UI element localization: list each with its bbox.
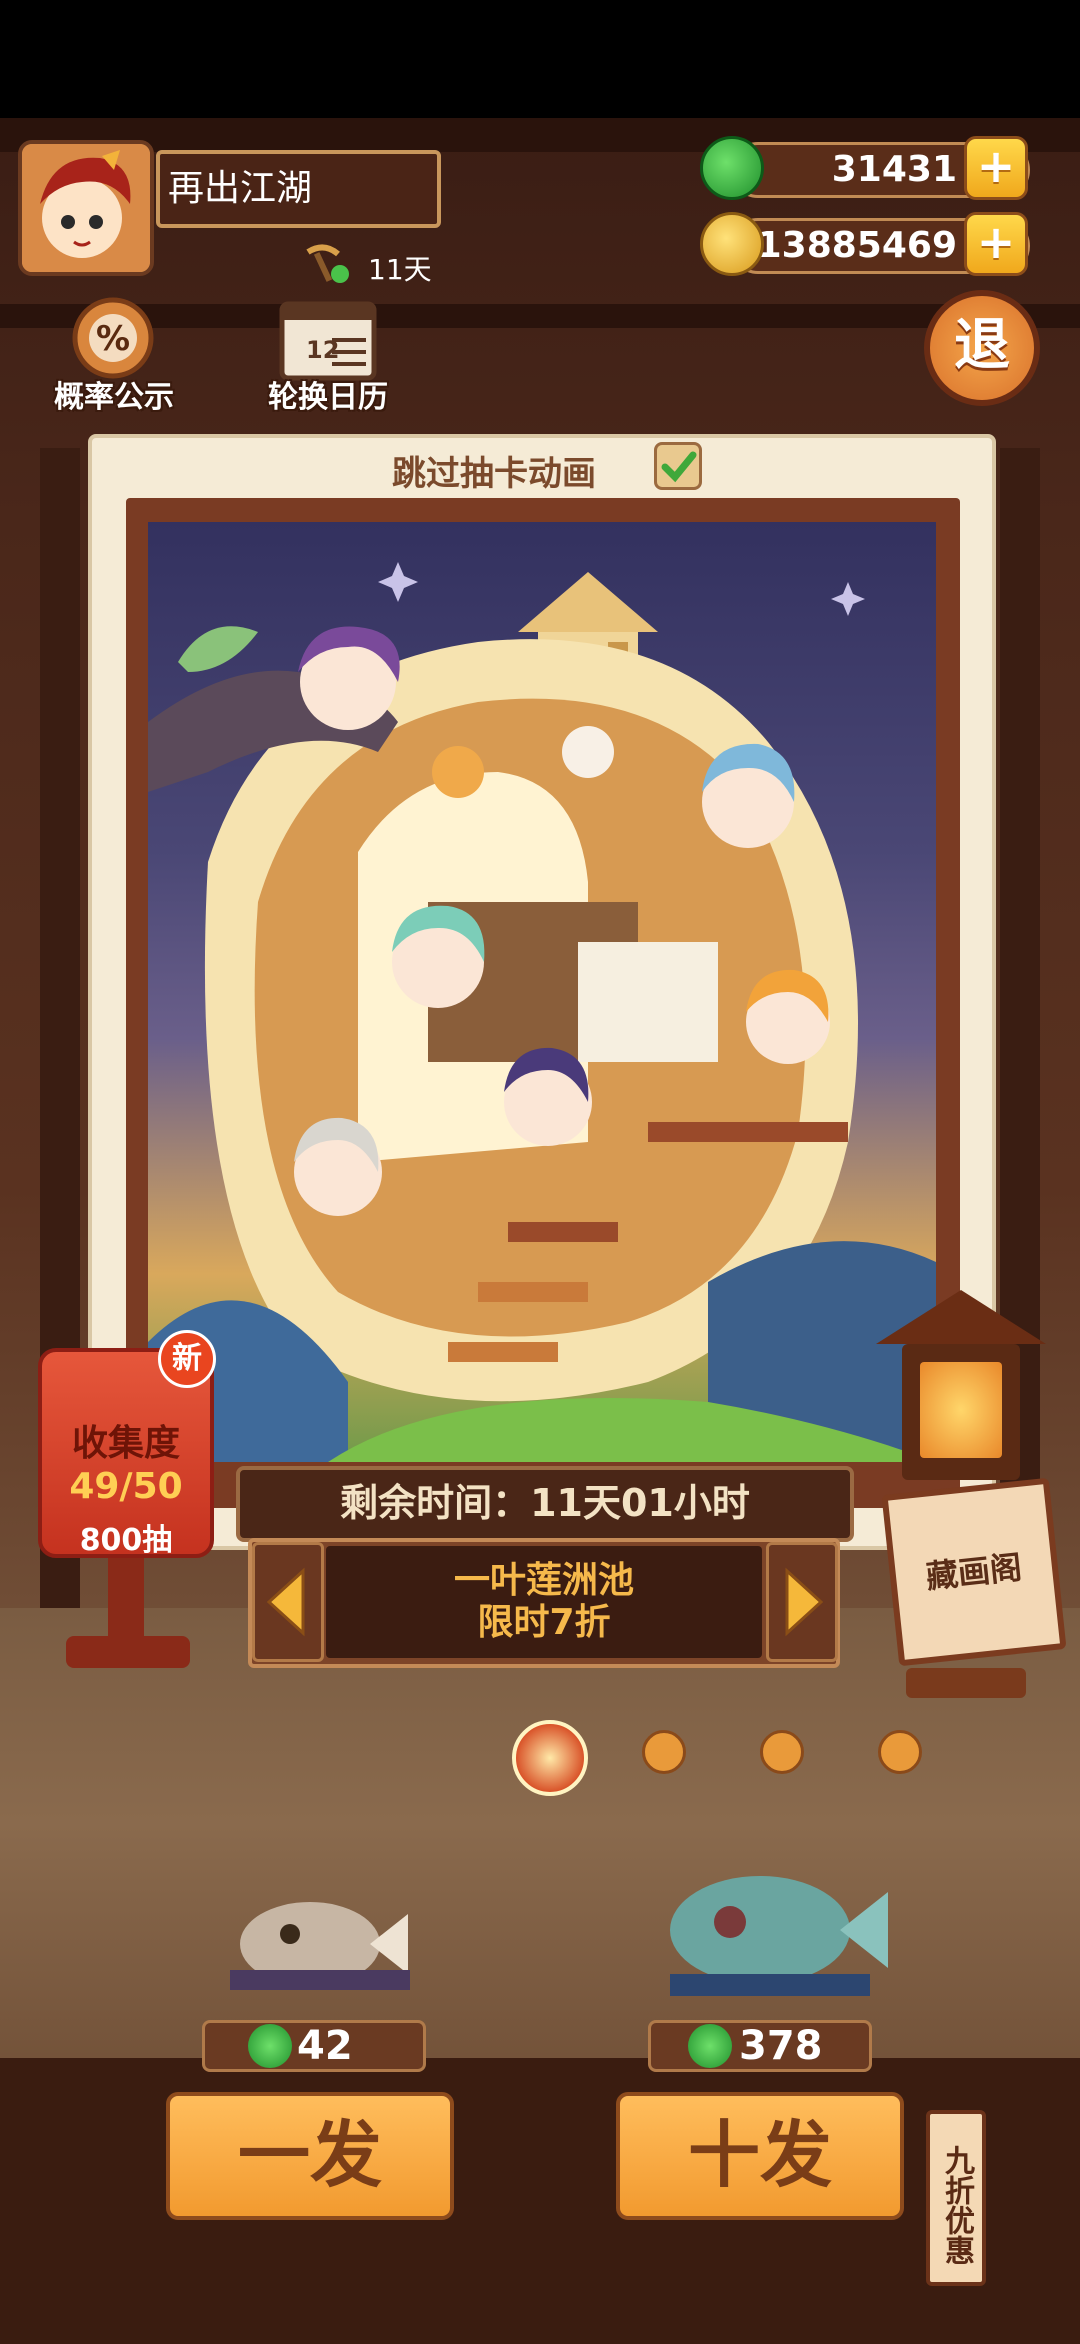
player-name: 再出江湖 (156, 150, 441, 228)
exit-button[interactable]: 退 (924, 290, 1040, 406)
checkmark-icon (661, 451, 697, 483)
skip-animation-label: 跳过抽卡动画 (392, 454, 596, 494)
single-draw-button[interactable]: 一发 (166, 2092, 454, 2220)
discount-tag: 九折优惠 (926, 2110, 986, 2286)
fish-single-icon (230, 1884, 420, 1994)
arrow-right-icon (785, 1567, 824, 1637)
remaining-time-banner: 剩余时间：11天01小时 (236, 1466, 854, 1542)
add-jade-button[interactable]: + (964, 136, 1028, 200)
skip-animation-checkbox[interactable] (654, 442, 702, 490)
calendar-button[interactable]: 12 (276, 298, 380, 382)
collection-draws: 800抽 (79, 1523, 173, 1558)
fish-ten-icon (660, 1858, 890, 1998)
svg-text:%: % (96, 319, 130, 359)
avatar-portrait-icon (22, 144, 150, 272)
jade-icon (688, 2024, 732, 2068)
page-dot[interactable] (760, 1730, 804, 1774)
single-draw-cost: 42 (202, 2020, 426, 2072)
collection-title: 收集度 (71, 1423, 180, 1464)
gallery-button[interactable]: 藏画阁 (881, 1477, 1067, 1667)
pickaxe-icon (302, 242, 352, 286)
jade-icon (700, 136, 764, 200)
pool-name: 一叶莲洲池 (453, 1560, 634, 1601)
gallery-base (906, 1668, 1026, 1698)
page-dot[interactable] (642, 1730, 686, 1774)
gear-percent-icon: % (72, 297, 154, 379)
pool-name-display: 一叶莲洲池 限时7折 (326, 1546, 762, 1658)
arrow-left-icon (266, 1567, 305, 1637)
lamp-icon (902, 1344, 1020, 1480)
next-pool-button[interactable] (766, 1542, 838, 1662)
coin-icon (700, 212, 764, 276)
calendar-label: 轮换日历 (268, 380, 388, 415)
page-dot-active[interactable] (512, 1720, 588, 1796)
ten-draw-cost: 378 (648, 2020, 872, 2072)
probability-label: 概率公示 (54, 380, 174, 415)
banner-artwork (148, 522, 936, 1462)
ten-draw-button[interactable]: 十发 (616, 2092, 904, 2220)
page-dot[interactable] (878, 1730, 922, 1774)
vip-days-label: 11天 (368, 253, 432, 286)
calendar-icon: 12 (279, 301, 377, 381)
lantern-base (66, 1636, 190, 1668)
add-coins-button[interactable]: + (964, 212, 1028, 276)
pool-discount: 限时7折 (477, 1602, 611, 1643)
probability-button[interactable]: % (58, 292, 168, 382)
jade-icon (248, 2024, 292, 2068)
player-avatar[interactable] (18, 140, 154, 276)
counter-table (0, 2058, 1080, 2344)
collection-progress: 49/50 (69, 1466, 183, 1507)
new-badge: 新 (158, 1330, 216, 1388)
artwork-illustration (148, 562, 936, 1462)
previous-pool-button[interactable] (252, 1542, 324, 1662)
